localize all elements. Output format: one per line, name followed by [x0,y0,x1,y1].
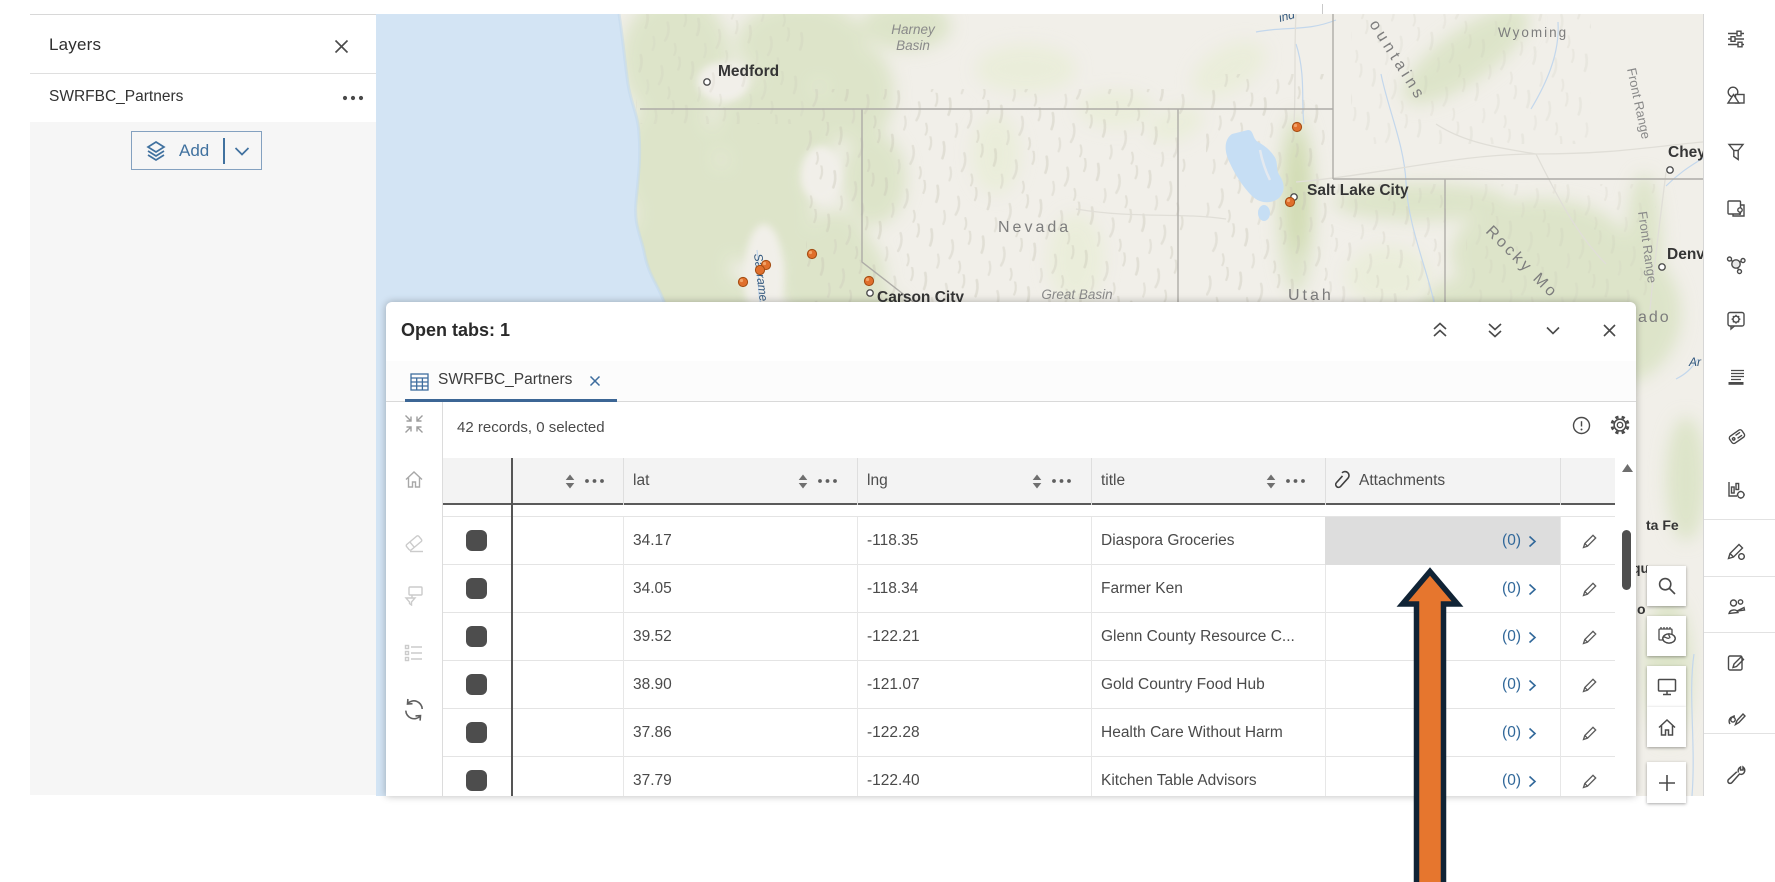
svg-text:Wyoming: Wyoming [1498,25,1568,40]
svg-text:Ar: Ar [1688,355,1702,369]
svg-text:ado: ado [1638,309,1671,326]
svg-text:Great Basin: Great Basin [1041,287,1112,302]
svg-text:Harney: Harney [891,22,936,37]
svg-text:Denve: Denve [1667,246,1703,263]
svg-text:Basin: Basin [896,38,930,53]
svg-text:Chey: Chey [1668,144,1703,161]
svg-text:Medford: Medford [718,63,779,80]
svg-text:Salt Lake City: Salt Lake City [1307,182,1409,199]
svg-text:ta Fe: ta Fe [1646,517,1679,533]
svg-text:o: o [1637,601,1646,617]
svg-text:Nevada: Nevada [998,219,1071,236]
